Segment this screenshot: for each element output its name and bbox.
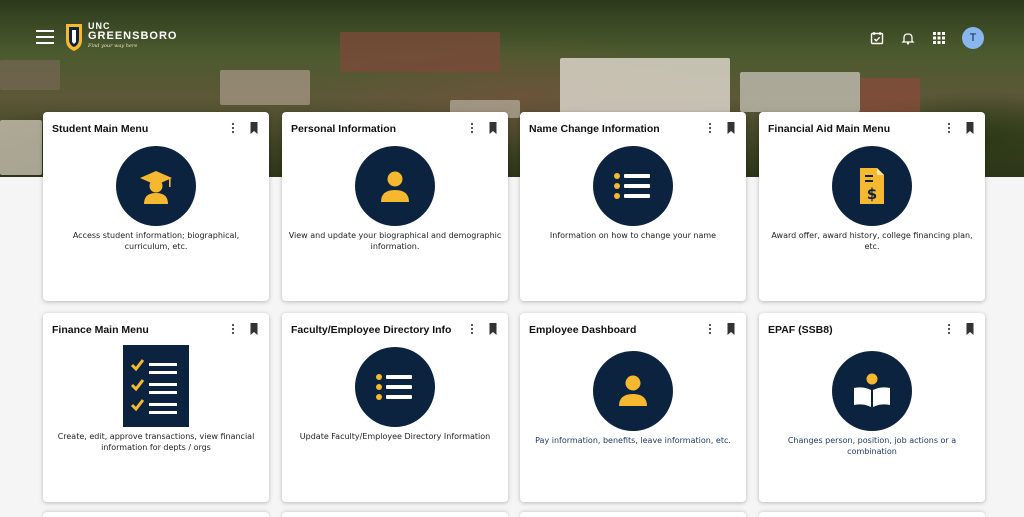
bookmark-icon[interactable]	[488, 322, 498, 336]
bookmark-icon[interactable]	[726, 322, 736, 336]
checklist-icon	[123, 345, 189, 427]
card-next-row[interactable]	[282, 512, 508, 517]
card-epaf-ssb8[interactable]: EPAF (SSB8) Changes person, position, jo…	[759, 313, 985, 502]
bookmark-icon[interactable]	[965, 322, 975, 336]
calendar-check-icon[interactable]	[866, 27, 888, 49]
reader-icon	[854, 373, 890, 407]
card-finance-main-menu[interactable]: Finance Main Menu Create, edit, approve …	[43, 313, 269, 502]
card-description: Pay information, benefits, leave informa…	[535, 436, 731, 445]
uncg-logo[interactable]: UNC GREENSBORO Find your way here	[64, 22, 177, 52]
more-options-icon[interactable]	[706, 322, 714, 336]
card-description: Access student information; biographical…	[72, 231, 240, 251]
card-faculty-employee-directory-info[interactable]: Faculty/Employee Directory Info Update F…	[282, 313, 508, 502]
card-next-row[interactable]	[520, 512, 746, 517]
card-title: Faculty/Employee Directory Info	[291, 324, 452, 336]
card-name-change-information[interactable]: Name Change Information Information on h…	[520, 112, 746, 301]
icon-circle	[593, 351, 673, 431]
icon-circle	[355, 347, 435, 427]
more-options-icon[interactable]	[229, 121, 237, 135]
card-description: View and update your biographical and de…	[288, 231, 502, 251]
brand-tagline: Find your way here	[88, 43, 138, 49]
user-avatar[interactable]: T	[962, 27, 984, 49]
bookmark-icon[interactable]	[249, 322, 259, 336]
card-title: Student Main Menu	[52, 123, 149, 135]
spartan-shield-icon	[66, 24, 82, 51]
dollar-document-icon: $	[860, 168, 884, 204]
card-description: Update Faculty/Employee Directory Inform…	[299, 432, 491, 441]
svg-text:$: $	[867, 185, 877, 203]
apps-grid-icon[interactable]	[928, 27, 950, 49]
card-student-main-menu[interactable]: Student Main Menu Access student informa…	[43, 112, 269, 301]
bookmark-icon[interactable]	[249, 121, 259, 135]
list-icon	[376, 374, 412, 400]
card-description: Award offer, award history, college fina…	[771, 231, 973, 251]
card-description: Changes person, position, job actions or…	[787, 436, 957, 456]
more-options-icon[interactable]	[468, 322, 476, 336]
bookmark-icon[interactable]	[488, 121, 498, 135]
card-employee-dashboard[interactable]: Employee Dashboard Pay information, bene…	[520, 313, 746, 502]
card-title: Finance Main Menu	[52, 324, 149, 336]
bookmark-icon[interactable]	[965, 121, 975, 135]
card-next-row[interactable]	[759, 512, 985, 517]
graduate-icon	[140, 171, 172, 204]
person-icon	[619, 375, 647, 406]
card-next-row[interactable]	[43, 512, 269, 517]
icon-circle	[593, 146, 673, 226]
card-description: Create, edit, approve transactions, view…	[57, 432, 255, 452]
bookmark-icon[interactable]	[726, 121, 736, 135]
notification-bell-icon[interactable]	[897, 27, 919, 49]
icon-circle	[355, 146, 435, 226]
icon-circle: $	[832, 146, 912, 226]
more-options-icon[interactable]	[706, 121, 714, 135]
brand-line-2: GREENSBORO	[88, 30, 178, 42]
icon-circle	[116, 146, 196, 226]
top-navigation-bar: UNC GREENSBORO Find your way here T	[0, 0, 1024, 72]
more-options-icon[interactable]	[945, 322, 953, 336]
card-financial-aid-main-menu[interactable]: Financial Aid Main Menu $ Award offer, a…	[759, 112, 985, 301]
person-icon	[381, 171, 409, 202]
card-title: Name Change Information	[529, 123, 660, 135]
hamburger-menu-icon[interactable]	[36, 30, 54, 44]
card-title: Employee Dashboard	[529, 324, 637, 336]
more-options-icon[interactable]	[229, 322, 237, 336]
card-title: EPAF (SSB8)	[768, 324, 833, 336]
more-options-icon[interactable]	[945, 121, 953, 135]
card-title: Financial Aid Main Menu	[768, 123, 891, 135]
card-title: Personal Information	[291, 123, 397, 135]
card-personal-information[interactable]: Personal Information View and update you…	[282, 112, 508, 301]
list-icon	[614, 173, 650, 199]
card-description: Information on how to change your name	[549, 231, 717, 240]
icon-circle	[832, 351, 912, 431]
more-options-icon[interactable]	[468, 121, 476, 135]
